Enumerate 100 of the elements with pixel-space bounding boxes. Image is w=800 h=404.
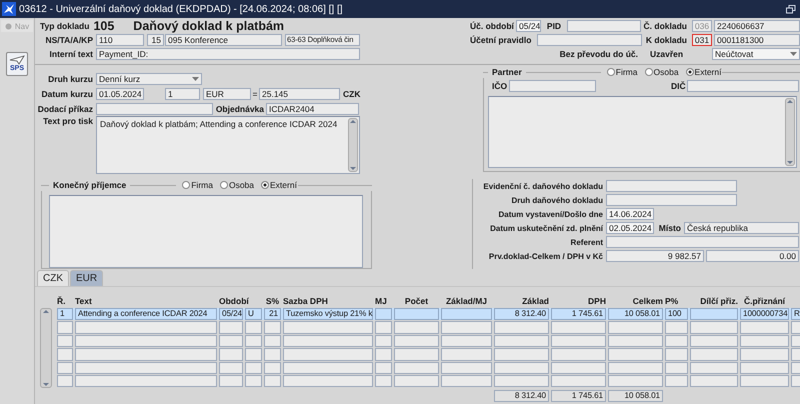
rate-type-dropdown[interactable]: Denní kurz (96, 72, 202, 84)
radio-button[interactable] (220, 181, 228, 189)
table-cell (394, 334, 439, 348)
input-field[interactable]: 110 (96, 34, 144, 46)
input-field[interactable]: 25.145 (259, 88, 340, 100)
input-field[interactable]: 0.00 (706, 250, 799, 262)
radio-button[interactable] (261, 181, 270, 189)
table-cell (57, 348, 73, 361)
table-cell (375, 348, 392, 361)
radio-label[interactable]: Firma (616, 67, 638, 77)
total-cell: 10 058.01 (608, 390, 663, 402)
scrollbar[interactable] (785, 98, 795, 166)
table-cell: 1000000734 (740, 308, 789, 320)
table-cell (690, 348, 738, 361)
input-field[interactable] (687, 80, 799, 92)
text-area[interactable] (49, 195, 363, 268)
input-field[interactable]: 1 (165, 88, 200, 100)
table-cell (665, 348, 688, 361)
input-field[interactable]: 05/24 (516, 20, 541, 32)
field-label: Účetní pravidlo (470, 35, 532, 45)
column-header: Text (75, 296, 92, 306)
text-area[interactable]: Daňový doklad k platbám; Attending a conference ICDAR 2024 (96, 116, 360, 174)
field-label: Dodací příkaz (36, 104, 94, 114)
table-cell (791, 321, 800, 334)
table-cell (441, 374, 492, 388)
input-field[interactable] (537, 34, 642, 46)
text-area[interactable] (488, 96, 797, 168)
input-field[interactable] (567, 20, 641, 32)
input-field[interactable]: Česká republika (684, 222, 799, 234)
field-label: Evidenční č. daňového dokladu (482, 182, 604, 190)
field-label: K dokladu (644, 35, 688, 45)
table-cell (394, 362, 439, 374)
table-cell (264, 348, 281, 361)
table-row[interactable] (57, 348, 800, 361)
input-field[interactable]: Payment_ID: (96, 48, 360, 60)
input-field[interactable]: 02.05.2024 (606, 222, 654, 234)
table-cell: 21 (264, 308, 281, 320)
column-header: Ř. (57, 296, 66, 306)
radio-label[interactable]: Osoba (228, 180, 254, 190)
table-cell: Tuzemsko výstup 21% k (283, 308, 373, 320)
input-field[interactable] (606, 236, 799, 248)
field-label: Bez převodu do úč. (558, 49, 639, 59)
radio-label[interactable]: Firma (191, 180, 213, 190)
input-field[interactable]: 2240606637 (714, 20, 800, 32)
table-cell (219, 334, 243, 348)
input-field[interactable]: 9 982.57 (606, 250, 704, 262)
app-logo-icon (2, 2, 16, 16)
table-row[interactable] (57, 334, 800, 348)
group-title: Partner (492, 67, 522, 77)
table-cell (551, 348, 606, 361)
table-row[interactable]: 1 Attending a conference ICDAR 2024 05/24 U 21 Tuzemsko výstup 21% k 8 312.40 1 745.61 10 058.01 100 1000000734 R (57, 308, 800, 320)
column-header: DPH (588, 296, 606, 306)
radio-label[interactable]: Externí (270, 180, 297, 190)
restore-icon[interactable] (786, 4, 796, 14)
column-header: Č.přiznání (744, 296, 786, 306)
table-cell (219, 374, 243, 388)
column-header: Dílčí přiz. (700, 296, 738, 306)
radio-button[interactable] (686, 68, 694, 76)
scrollbar[interactable] (40, 308, 52, 388)
input-field[interactable]: 0001181300 (714, 34, 800, 46)
input-field[interactable]: 01.05.2024 (96, 88, 144, 100)
table-row[interactable] (57, 321, 800, 334)
field-label: IČO (492, 81, 508, 91)
currency-tab[interactable]: EUR (70, 270, 104, 286)
input-field[interactable]: 14.06.2024 (606, 208, 654, 220)
radio-label[interactable]: Osoba (654, 67, 679, 77)
table-cell: 1 (57, 308, 73, 320)
table-cell (791, 362, 800, 374)
table-cell (665, 362, 688, 374)
input-field[interactable] (509, 80, 596, 92)
currency-tab[interactable]: CZK (37, 270, 69, 286)
table-cell (441, 334, 492, 348)
column-header: Období (219, 296, 249, 306)
radio-button[interactable] (606, 68, 615, 76)
table-cell (441, 348, 492, 361)
input-field[interactable] (96, 102, 213, 114)
input-field[interactable]: 15 (147, 34, 164, 46)
input-field[interactable]: 031 (692, 34, 712, 46)
table-cell (375, 334, 392, 348)
doc-type-code: 105 (93, 19, 114, 33)
table-cell (245, 374, 262, 388)
table-cell (551, 362, 606, 374)
input-field[interactable] (606, 194, 737, 206)
radio-label[interactable]: Externí (694, 67, 722, 77)
column-header: MJ (375, 296, 387, 306)
table-cell: Attending a conference ICDAR 2024 (75, 308, 217, 320)
input-field[interactable]: EUR (203, 88, 251, 100)
group-title: Konečný příjemce (53, 180, 126, 190)
status-dropdown[interactable]: Neúčtovat (712, 48, 800, 60)
field-label: Text pro tisk (42, 116, 94, 126)
input-field[interactable]: 095 Konference (165, 34, 282, 46)
radio-button[interactable] (644, 68, 652, 76)
table-cell (740, 362, 789, 374)
table-cell (245, 321, 262, 334)
table-row[interactable] (57, 362, 800, 374)
scrollbar[interactable] (348, 118, 358, 172)
radio-button[interactable] (182, 181, 190, 189)
input-field[interactable]: ICDAR2404 (266, 102, 359, 114)
table-row[interactable] (57, 374, 800, 388)
input-field[interactable] (606, 180, 737, 192)
